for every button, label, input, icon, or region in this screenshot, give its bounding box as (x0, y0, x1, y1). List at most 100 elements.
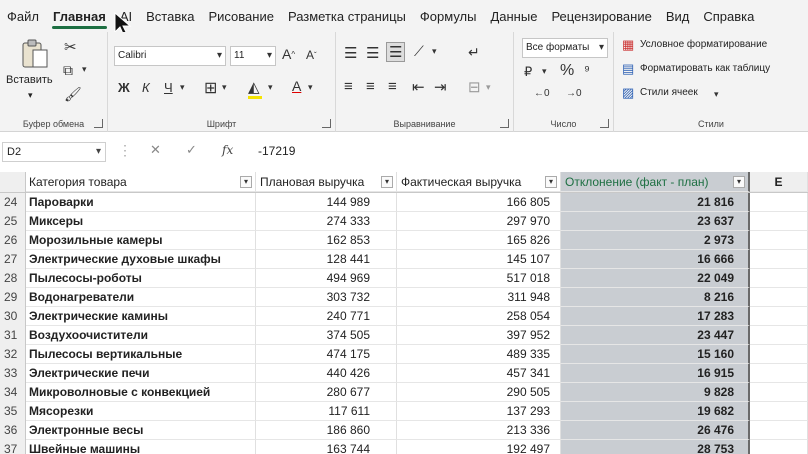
paste-button-label[interactable]: Вставить (6, 74, 53, 86)
fill-dropdown-icon[interactable]: ▾ (268, 82, 273, 93)
empty-cell-e[interactable] (750, 364, 808, 383)
fact-cell[interactable]: 517 018 (397, 269, 561, 288)
row-number[interactable]: 25 (0, 212, 26, 231)
fill-color-icon[interactable]: ◭ (248, 78, 260, 96)
category-cell[interactable]: Электрические печи (26, 364, 256, 383)
copy-dropdown-icon[interactable]: ▾ (82, 64, 87, 75)
plan-cell[interactable]: 280 677 (256, 383, 397, 402)
empty-cell-e[interactable] (750, 212, 808, 231)
filter-dropdown-icon[interactable]: ▾ (381, 176, 393, 188)
row-number[interactable]: 32 (0, 345, 26, 364)
align-bottom-icon[interactable]: ☰ (386, 42, 406, 62)
header-fact[interactable]: Фактическая выручка ▾ (397, 172, 561, 192)
category-cell[interactable]: Микроволновые с конвекцией (26, 383, 256, 402)
category-cell[interactable]: Электрические камины (26, 307, 256, 326)
increase-font-icon[interactable]: A ^ (282, 46, 295, 62)
cut-icon[interactable]: ✂ (64, 38, 77, 56)
paste-dropdown-arrow[interactable]: ▾ (28, 90, 33, 101)
plan-cell[interactable]: 494 969 (256, 269, 397, 288)
formula-input[interactable]: -17219 (258, 144, 295, 158)
plan-cell[interactable]: 274 333 (256, 212, 397, 231)
deviation-cell[interactable]: 19 682 (561, 402, 750, 421)
empty-cell-e[interactable] (750, 193, 808, 212)
empty-cell-e[interactable] (750, 326, 808, 345)
empty-cell-e[interactable] (750, 383, 808, 402)
worksheet-grid[interactable]: Категория товара ▾ Плановая выручка ▾ Факт… (0, 172, 808, 454)
tab-page-layout[interactable]: Разметка страницы (281, 0, 413, 32)
deviation-cell[interactable]: 2 973 (561, 231, 750, 250)
deviation-cell[interactable]: 23 637 (561, 212, 750, 231)
plan-cell[interactable]: 240 771 (256, 307, 397, 326)
enter-icon[interactable]: ✓ (186, 142, 197, 158)
merge-dropdown-icon[interactable]: ▾ (486, 82, 491, 93)
conditional-formatting-icon[interactable]: ▦ (622, 37, 634, 53)
row-number[interactable]: 36 (0, 421, 26, 440)
tab-insert[interactable]: Вставка (139, 0, 201, 32)
plan-cell[interactable]: 474 175 (256, 345, 397, 364)
deviation-cell[interactable]: 15 160 (561, 345, 750, 364)
fact-cell[interactable]: 489 335 (397, 345, 561, 364)
tab-view[interactable]: Вид (659, 0, 697, 32)
fact-cell[interactable]: 213 336 (397, 421, 561, 440)
font-color-icon[interactable]: A (292, 78, 301, 94)
cell-styles-button[interactable]: Стили ячеек (640, 87, 698, 98)
orientation-icon[interactable]: ⟋ (414, 43, 424, 60)
tab-help[interactable]: Справка (696, 0, 761, 32)
borders-dropdown-icon[interactable]: ▾ (222, 82, 227, 93)
category-cell[interactable]: Мясорезки (26, 402, 256, 421)
empty-cell-e[interactable] (750, 402, 808, 421)
category-cell[interactable]: Водонагреватели (26, 288, 256, 307)
clipboard-launcher-icon[interactable] (94, 119, 103, 128)
deviation-cell[interactable]: 16 915 (561, 364, 750, 383)
align-middle-icon[interactable]: ☰ (366, 44, 379, 62)
fact-cell[interactable]: 192 497 (397, 440, 561, 454)
category-cell[interactable]: Электрические духовые шкафы (26, 250, 256, 269)
plan-cell[interactable]: 303 732 (256, 288, 397, 307)
row-number[interactable]: 26 (0, 231, 26, 250)
borders-icon[interactable]: ⊞ (204, 78, 217, 98)
fact-cell[interactable]: 258 054 (397, 307, 561, 326)
category-cell[interactable]: Миксеры (26, 212, 256, 231)
plan-cell[interactable]: 374 505 (256, 326, 397, 345)
column-header-e[interactable]: E (750, 172, 808, 192)
align-left-icon[interactable]: ≡ (344, 78, 353, 95)
increase-indent-icon[interactable]: ⇥ (434, 78, 447, 96)
filter-dropdown-icon[interactable]: ▾ (545, 176, 557, 188)
thousands-separator-icon[interactable]: ⁹ (584, 62, 590, 78)
empty-cell-e[interactable] (750, 269, 808, 288)
italic-button[interactable]: К (142, 80, 150, 95)
category-cell[interactable]: Электронные весы (26, 421, 256, 440)
fact-cell[interactable]: 297 970 (397, 212, 561, 231)
number-format-select[interactable]: Все форматы (522, 38, 608, 58)
row-number[interactable]: 35 (0, 402, 26, 421)
plan-cell[interactable]: 117 611 (256, 402, 397, 421)
category-cell[interactable]: Пылесосы-роботы (26, 269, 256, 288)
plan-cell[interactable]: 144 989 (256, 193, 397, 212)
deviation-cell[interactable]: 9 828 (561, 383, 750, 402)
alignment-launcher-icon[interactable] (500, 119, 509, 128)
row-number[interactable]: 29 (0, 288, 26, 307)
decrease-decimal-icon[interactable]: →0 (566, 88, 582, 99)
format-as-table-button[interactable]: Форматировать как таблицу (640, 63, 770, 74)
plan-cell[interactable]: 162 853 (256, 231, 397, 250)
insert-function-icon[interactable]: fx (222, 143, 233, 157)
deviation-cell[interactable]: 23 447 (561, 326, 750, 345)
plan-cell[interactable]: 128 441 (256, 250, 397, 269)
tab-draw[interactable]: Рисование (201, 0, 280, 32)
font-color-dropdown-icon[interactable]: ▾ (308, 82, 313, 93)
fact-cell[interactable]: 166 805 (397, 193, 561, 212)
paste-icon[interactable] (20, 38, 50, 70)
plan-cell[interactable]: 186 860 (256, 421, 397, 440)
filter-dropdown-icon[interactable]: ▾ (733, 176, 745, 188)
decrease-font-icon[interactable]: Aˇ (306, 48, 317, 62)
row-number[interactable]: 34 (0, 383, 26, 402)
currency-dropdown-icon[interactable]: ▾ (542, 66, 547, 77)
increase-decimal-icon[interactable]: ←0 (534, 88, 550, 99)
merge-cells-icon[interactable]: ⊟ (468, 78, 481, 96)
row-number[interactable]: 31 (0, 326, 26, 345)
row-number[interactable]: 27 (0, 250, 26, 269)
header-deviation[interactable]: Отклонение (факт - план) ▾ (561, 172, 750, 192)
row-number[interactable]: 24 (0, 193, 26, 212)
cancel-icon[interactable]: ✕ (150, 142, 161, 158)
deviation-cell[interactable]: 8 216 (561, 288, 750, 307)
